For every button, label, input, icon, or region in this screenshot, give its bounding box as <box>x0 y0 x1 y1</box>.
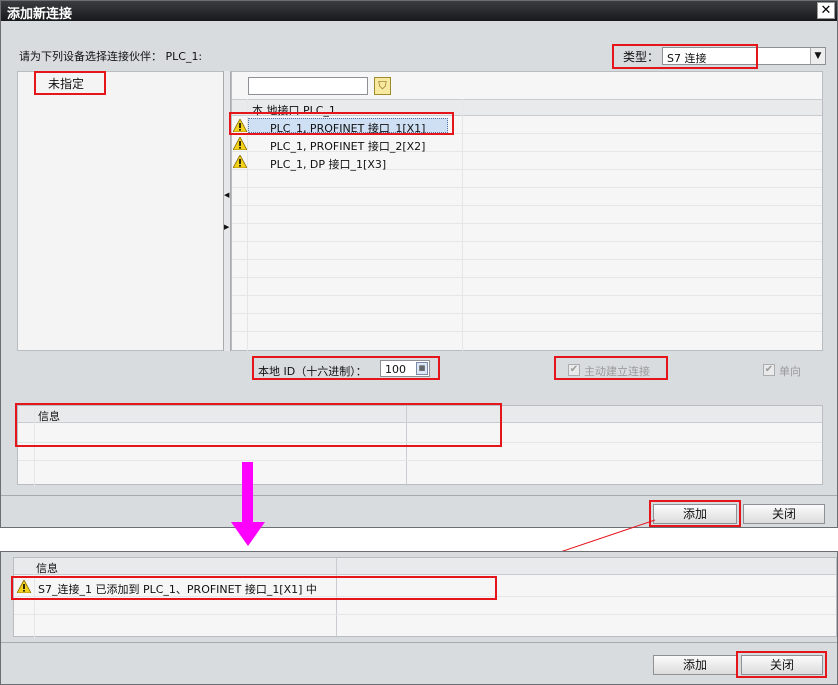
highlight-info <box>15 403 502 447</box>
close-icon[interactable]: ✕ <box>817 2 835 19</box>
dialog-titlebar: 添加新连接 ✕ <box>1 1 837 22</box>
divider <box>1 642 837 643</box>
dialog-title: 添加新连接 <box>7 7 73 22</box>
grid-line <box>232 259 822 260</box>
grid-line <box>232 313 822 314</box>
result-info-header-row: 信息 <box>14 558 836 575</box>
chevron-down-icon[interactable]: ▼ <box>810 48 825 64</box>
collapse-left-icon[interactable]: ◀ <box>224 191 229 199</box>
one-way-label: 单向 <box>779 365 801 378</box>
grid-line <box>232 241 822 242</box>
highlight-result-message <box>11 576 497 600</box>
divider <box>1 495 837 496</box>
close-button[interactable]: 关闭 <box>743 504 825 524</box>
partner-tree-panel: 未指定 <box>17 71 225 351</box>
grid-line <box>232 223 822 224</box>
add-connection-dialog: 添加新连接 ✕ 请为下列设备选择连接伙伴： PLC_1: 类型： S7 连接 ▼… <box>0 0 838 528</box>
down-arrow-icon <box>231 462 265 546</box>
interface-row-2[interactable]: PLC_1, PROFINET 接口_2[X2] <box>270 138 425 154</box>
grid-line <box>232 187 822 188</box>
highlight-add-button <box>649 500 741 527</box>
warning-icon <box>233 137 247 150</box>
highlight-interface-row <box>229 112 454 135</box>
result-info-header: 信息 <box>36 562 58 575</box>
highlight-close-button <box>736 651 827 678</box>
one-way-checkbox[interactable]: ✔ <box>763 364 775 376</box>
result-add-button[interactable]: 添加 <box>653 655 737 675</box>
highlight-type <box>612 44 758 69</box>
grid-line <box>14 614 836 615</box>
warning-icon <box>233 155 247 168</box>
highlight-active-connect <box>554 356 668 380</box>
grid-line <box>18 460 822 461</box>
highlight-local-id <box>252 356 440 380</box>
grid-line <box>232 331 822 332</box>
grid-line <box>232 295 822 296</box>
filter-icon[interactable]: ⛉ <box>374 77 391 95</box>
filter-input[interactable] <box>248 77 368 95</box>
highlight-unspecified <box>34 71 106 95</box>
result-panel: 信息 S7_连接_1 已添加到 PLC_1、PROFINET 接口_1[X1] … <box>0 551 838 685</box>
expand-right-icon[interactable]: ▶ <box>224 223 229 231</box>
interface-row-3[interactable]: PLC_1, DP 接口_1[X3] <box>270 156 386 172</box>
grid-line <box>232 205 822 206</box>
partner-prompt: 请为下列设备选择连接伙伴： PLC_1: <box>19 50 203 63</box>
grid-line <box>232 277 822 278</box>
